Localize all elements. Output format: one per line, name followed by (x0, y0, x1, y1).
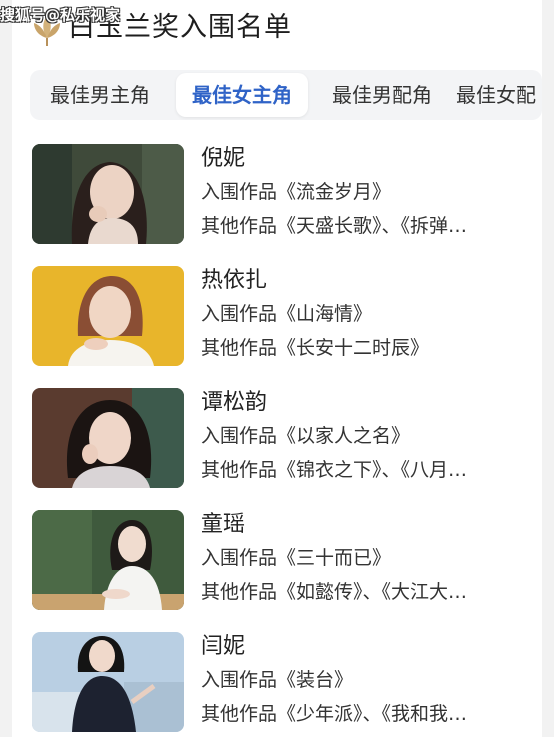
nominee-name: 谭松韵 (201, 390, 268, 415)
nominee-photo (32, 388, 184, 488)
watermark-text: 搜狐号@私乐视家 (0, 6, 121, 24)
nominee-row[interactable]: 闫妮 入围作品《装台》 其他作品《少年派》、《我和我… (32, 632, 542, 736)
nominee-photo (32, 144, 184, 244)
tab-best-supporting-actor[interactable]: 最佳男配角 (322, 73, 442, 117)
content-card: 白玉兰奖入围名单 最佳男主角 最佳女主角 最佳男配角 最佳女配 倪妮 入围作品《… (12, 0, 542, 737)
other-works: 其他作品《如懿传》、《大江大… (201, 581, 468, 603)
nominee-row[interactable]: 童瑶 入围作品《三十而已》 其他作品《如懿传》、《大江大… (32, 510, 542, 614)
other-works: 其他作品《锦衣之下》、《八月… (201, 459, 468, 481)
other-works: 其他作品《少年派》、《我和我… (201, 703, 468, 725)
award-category-tabs: 最佳男主角 最佳女主角 最佳男配角 最佳女配 (30, 70, 542, 120)
tab-best-actress[interactable]: 最佳女主角 (176, 73, 308, 117)
tab-best-actor[interactable]: 最佳男主角 (40, 73, 160, 117)
nominee-photo (32, 266, 184, 366)
nominated-work: 入围作品《三十而已》 (201, 547, 392, 569)
nominated-work: 入围作品《以家人之名》 (201, 425, 411, 447)
nominee-name: 童瑶 (201, 512, 246, 537)
other-works: 其他作品《长安十二时辰》 (201, 337, 430, 359)
nominee-photo (32, 632, 184, 732)
nominated-work: 入围作品《装台》 (201, 669, 354, 691)
nominee-row[interactable]: 热依扎 入围作品《山海情》 其他作品《长安十二时辰》 (32, 266, 542, 370)
nominated-work: 入围作品《流金岁月》 (201, 181, 392, 203)
nominee-name: 倪妮 (201, 146, 246, 171)
nominee-photo (32, 510, 184, 610)
tab-best-supporting-actress[interactable]: 最佳女配 (456, 73, 542, 117)
other-works: 其他作品《天盛长歌》、《拆弹… (201, 215, 468, 237)
nominee-row[interactable]: 倪妮 入围作品《流金岁月》 其他作品《天盛长歌》、《拆弹… (32, 144, 542, 248)
nominee-row[interactable]: 谭松韵 入围作品《以家人之名》 其他作品《锦衣之下》、《八月… (32, 388, 542, 492)
nominee-name: 闫妮 (201, 634, 246, 659)
nominated-work: 入围作品《山海情》 (201, 303, 373, 325)
nominee-name: 热依扎 (201, 268, 268, 293)
